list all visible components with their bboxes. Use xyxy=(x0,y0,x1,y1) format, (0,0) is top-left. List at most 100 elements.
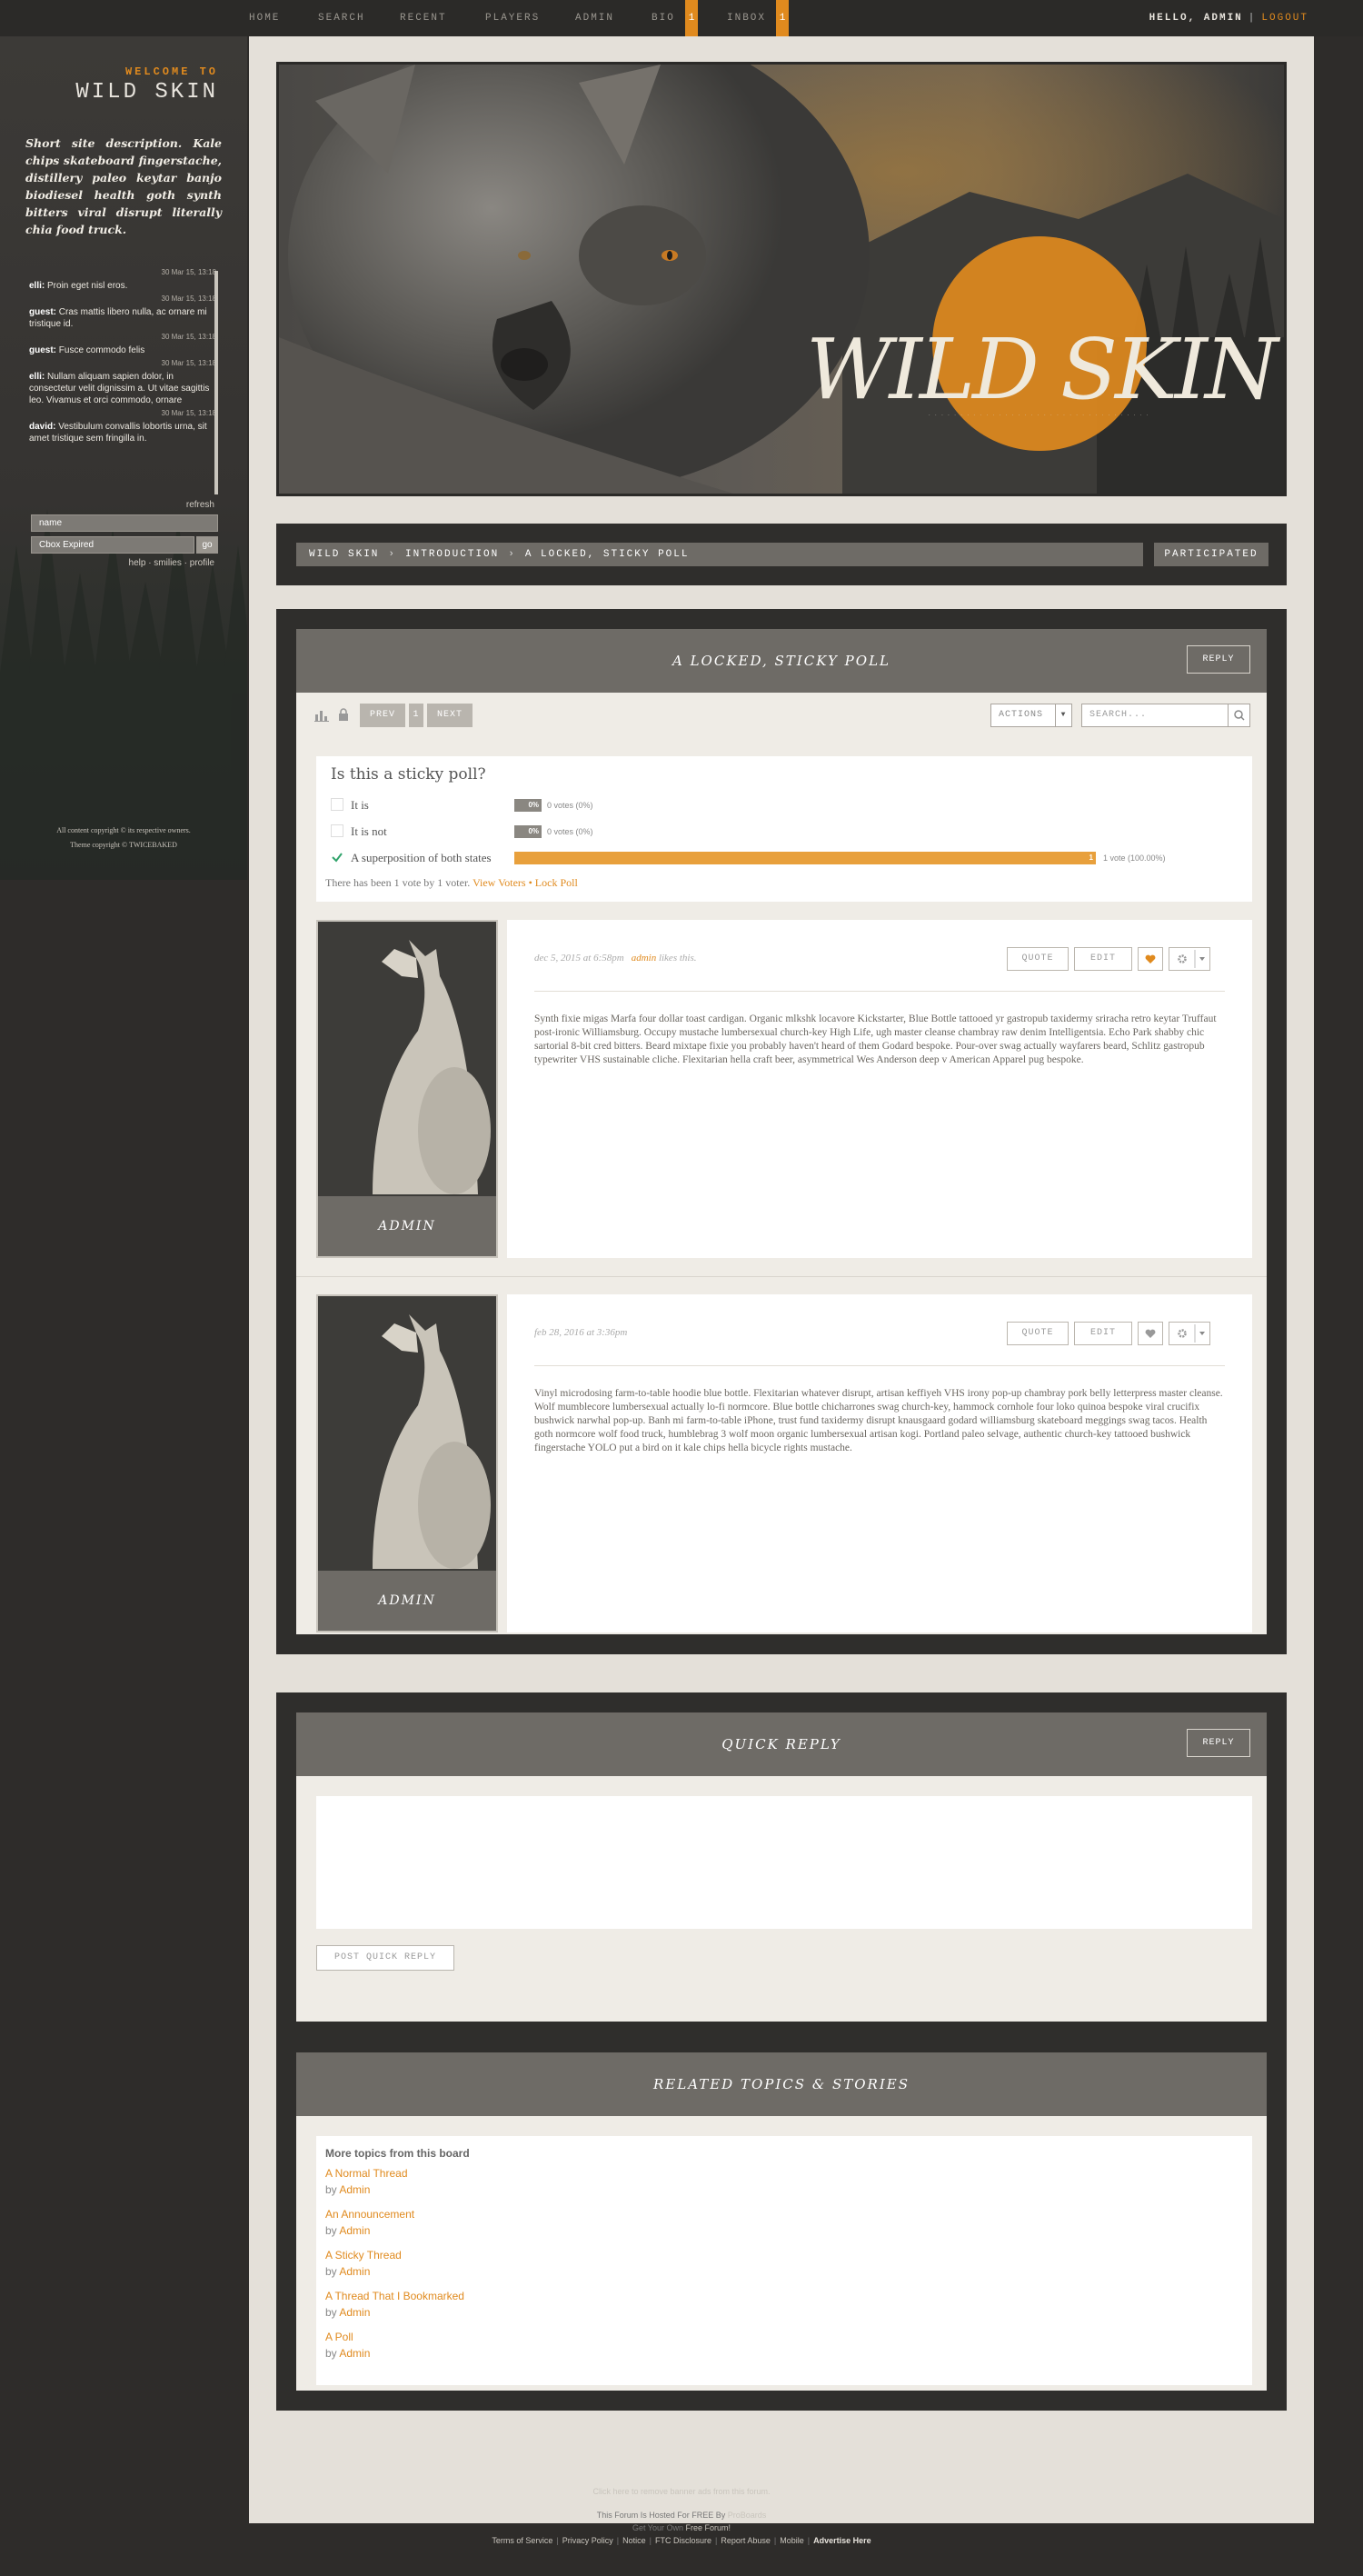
poll-votes: 1 vote (100.00%) xyxy=(1103,854,1166,863)
quick-reply-body: POST QUICK REPLY xyxy=(296,1776,1267,2022)
nav-players[interactable]: PLAYERS xyxy=(485,0,540,36)
chat-scrollbar[interactable] xyxy=(214,271,218,494)
breadcrumb-thread[interactable]: A LOCKED, STICKY POLL xyxy=(525,549,690,560)
poll-bar: 1 xyxy=(514,852,1096,864)
breadcrumb-arrow: › xyxy=(508,549,516,560)
avatar[interactable]: ADMIN xyxy=(316,1294,498,1632)
related-topic: A Thread That I Bookmarked by Admin xyxy=(325,2288,464,2321)
poll-checkbox[interactable] xyxy=(331,824,343,837)
related-topic-title[interactable]: A Normal Thread xyxy=(325,2167,408,2180)
post-options-dropdown[interactable] xyxy=(1169,1322,1210,1345)
remove-ads-link[interactable]: Click here to remove banner ads from thi… xyxy=(592,2487,770,2496)
poll-bar-label: 1 xyxy=(1089,854,1093,862)
logout-link[interactable]: LOGOUT xyxy=(1261,13,1308,24)
quick-reply-reply-button[interactable]: REPLY xyxy=(1187,1729,1250,1757)
liker-link[interactable]: admin xyxy=(632,953,657,964)
post-buttons: QUOTE EDIT xyxy=(1007,1322,1225,1345)
next-page-button[interactable]: NEXT xyxy=(427,704,473,727)
chat-name-input[interactable]: name xyxy=(31,514,218,532)
related-topic-author[interactable]: Admin xyxy=(339,2306,370,2319)
notice-link[interactable]: Notice xyxy=(622,2536,646,2545)
chat-text: Cras mattis libero nulla, ac ornare mi t… xyxy=(29,307,207,329)
greeting-separator: | xyxy=(1248,13,1257,24)
post-author[interactable]: ADMIN xyxy=(318,1571,496,1631)
poll-checkbox[interactable] xyxy=(331,798,343,811)
post-options-dropdown[interactable] xyxy=(1169,947,1210,971)
like-button[interactable] xyxy=(1138,947,1163,971)
lock-poll-link[interactable]: Lock Poll xyxy=(535,876,578,889)
thread-body: PREV 1 NEXT ACTIONS ▼ SEARCH... Is this … xyxy=(296,693,1267,1634)
view-voters-link[interactable]: View Voters xyxy=(473,876,526,889)
nav-bio[interactable]: BIO xyxy=(652,0,675,36)
chat-user[interactable]: elli: xyxy=(29,372,45,382)
terms-link[interactable]: Terms of Service xyxy=(492,2536,552,2545)
chat-help-links[interactable]: help · smilies · profile xyxy=(129,558,214,568)
related-topic-title[interactable]: A Poll xyxy=(325,2331,353,2343)
related-topic-title[interactable]: An Announcement xyxy=(325,2208,414,2221)
poll-votes: 0 votes (0%) xyxy=(547,801,593,810)
quick-reply-panel: QUICK REPLY REPLY POST QUICK REPLY xyxy=(276,1692,1287,2042)
by-label: by xyxy=(325,2265,337,2278)
like-button[interactable] xyxy=(1138,1322,1163,1345)
post-author[interactable]: ADMIN xyxy=(318,1196,496,1256)
mobile-link[interactable]: Mobile xyxy=(780,2536,804,2545)
related-topic-author[interactable]: Admin xyxy=(339,2347,370,2360)
chat-user[interactable]: guest: xyxy=(29,307,56,317)
thread-toolbar: PREV 1 NEXT ACTIONS ▼ SEARCH... xyxy=(296,693,1267,742)
chat-time: 30 Mar 15, 13:18 xyxy=(161,333,216,341)
quote-button[interactable]: QUOTE xyxy=(1007,1322,1069,1345)
related-topics-panel: RELATED TOPICS & STORIES More topics fro… xyxy=(276,2032,1287,2411)
avatar[interactable]: ADMIN xyxy=(316,920,498,1258)
nav-inbox[interactable]: INBOX xyxy=(727,0,766,36)
related-topic-author[interactable]: Admin xyxy=(339,2265,370,2278)
related-header: RELATED TOPICS & STORIES xyxy=(296,2052,1267,2116)
proboards-link[interactable]: ProBoards xyxy=(728,2511,767,2520)
breadcrumb-board[interactable]: INTRODUCTION xyxy=(405,549,499,560)
privacy-link[interactable]: Privacy Policy xyxy=(562,2536,613,2545)
poll-bar: 0% xyxy=(514,825,542,838)
quick-reply-textarea[interactable] xyxy=(316,1796,1252,1929)
poll-vote-count: There has been 1 vote by 1 voter. xyxy=(325,876,471,889)
chat-message-input[interactable]: Cbox Expired xyxy=(31,536,194,554)
ftc-link[interactable]: FTC Disclosure xyxy=(655,2536,711,2545)
chat-go-button[interactable]: go xyxy=(196,536,218,554)
quick-reply-header: QUICK REPLY REPLY xyxy=(296,1712,1267,1776)
actions-dropdown[interactable]: ACTIONS ▼ xyxy=(990,704,1072,727)
quote-button[interactable]: QUOTE xyxy=(1007,947,1069,971)
chat-text: Proin eget nisl eros. xyxy=(47,281,128,291)
thread-search-input[interactable]: SEARCH... xyxy=(1081,704,1250,727)
post-quick-reply-button[interactable]: POST QUICK REPLY xyxy=(316,1945,454,1971)
nav-search[interactable]: SEARCH xyxy=(318,0,365,36)
poll-chart-icon[interactable] xyxy=(314,709,329,722)
chat-user[interactable]: guest: xyxy=(29,345,56,355)
prev-page-button[interactable]: PREV xyxy=(360,704,405,727)
page-number-button[interactable]: 1 xyxy=(409,704,423,727)
free-forum-link[interactable]: Free Forum! xyxy=(686,2523,731,2532)
thread-reply-button[interactable]: REPLY xyxy=(1187,645,1250,674)
report-abuse-link[interactable]: Report Abuse xyxy=(721,2536,771,2545)
chat-user[interactable]: elli: xyxy=(29,281,45,291)
related-topic-author[interactable]: Admin xyxy=(339,2224,370,2237)
related-topic-title[interactable]: A Thread That I Bookmarked xyxy=(325,2290,464,2302)
nav-admin[interactable]: ADMIN xyxy=(575,0,614,36)
edit-button[interactable]: EDIT xyxy=(1074,1322,1132,1345)
nav-recent[interactable]: RECENT xyxy=(400,0,447,36)
post-timestamp: feb 28, 2016 at 3:36pm xyxy=(534,1327,628,1338)
chat-user[interactable]: david: xyxy=(29,422,55,432)
search-icon[interactable] xyxy=(1228,704,1249,726)
breadcrumb-home[interactable]: WILD SKIN xyxy=(309,549,379,560)
related-topic-title[interactable]: A Sticky Thread xyxy=(325,2249,402,2261)
related-topic-author[interactable]: Admin xyxy=(339,2183,370,2196)
actions-label: ACTIONS xyxy=(999,710,1044,720)
edit-button[interactable]: EDIT xyxy=(1074,947,1132,971)
chat-text: Fusce commodo felis xyxy=(58,345,145,355)
chat-refresh-link[interactable]: refresh xyxy=(186,500,214,510)
heart-icon xyxy=(1145,1329,1156,1338)
site-banner: WILD SKIN · · · · · · · · · · · · · · · … xyxy=(276,62,1287,496)
participated-button[interactable]: PARTICIPATED xyxy=(1154,543,1268,566)
post-body: Synth fixie migas Marfa four dollar toas… xyxy=(534,1013,1217,1065)
heart-icon xyxy=(1145,954,1156,964)
post-divider xyxy=(534,1365,1225,1366)
nav-home[interactable]: HOME xyxy=(249,0,280,36)
advertise-link[interactable]: Advertise Here xyxy=(813,2536,871,2545)
